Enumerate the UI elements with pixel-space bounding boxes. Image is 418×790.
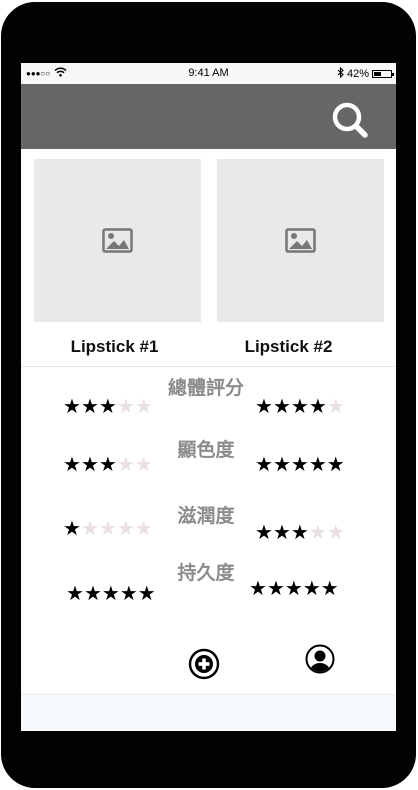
star-filled-icon[interactable]: ★ xyxy=(309,454,327,476)
search-icon xyxy=(332,102,368,138)
star-filled-icon[interactable]: ★ xyxy=(63,396,81,418)
search-button[interactable] xyxy=(329,100,373,140)
star-filled-icon[interactable]: ★ xyxy=(120,583,138,605)
star-filled-icon[interactable]: ★ xyxy=(291,522,309,544)
phone-frame: ●●●○○ 9:41 AM 42% Lipstick #1 Lipstick #… xyxy=(1,2,416,788)
star-rating-product-1-color[interactable]: ★★★★★ xyxy=(63,453,153,477)
battery-fill xyxy=(374,72,381,76)
image-placeholder-icon xyxy=(285,228,316,253)
star-filled-icon[interactable]: ★ xyxy=(255,396,273,418)
star-filled-icon[interactable]: ★ xyxy=(63,518,81,540)
star-filled-icon[interactable]: ★ xyxy=(291,454,309,476)
star-filled-icon[interactable]: ★ xyxy=(273,454,291,476)
bottom-bar xyxy=(21,694,396,731)
star-empty-icon[interactable]: ★ xyxy=(117,396,135,418)
star-filled-icon[interactable]: ★ xyxy=(81,454,99,476)
battery-icon xyxy=(372,70,394,78)
star-filled-icon[interactable]: ★ xyxy=(255,454,273,476)
product-2-image[interactable] xyxy=(217,159,384,322)
image-placeholder-icon xyxy=(102,228,133,253)
star-empty-icon[interactable]: ★ xyxy=(309,522,327,544)
star-empty-icon[interactable]: ★ xyxy=(117,518,135,540)
star-empty-icon[interactable]: ★ xyxy=(327,522,345,544)
user-circle-icon xyxy=(305,644,335,674)
divider xyxy=(21,366,396,367)
star-rating-product-1-overall[interactable]: ★★★★★ xyxy=(63,395,153,419)
star-filled-icon[interactable]: ★ xyxy=(309,396,327,418)
add-button[interactable] xyxy=(188,648,220,685)
star-empty-icon[interactable]: ★ xyxy=(135,396,153,418)
app-screen: ●●●○○ 9:41 AM 42% Lipstick #1 Lipstick #… xyxy=(21,63,396,731)
bluetooth-icon xyxy=(337,66,344,81)
star-empty-icon[interactable]: ★ xyxy=(117,454,135,476)
star-filled-icon[interactable]: ★ xyxy=(99,396,117,418)
product-2-name: Lipstick #2 xyxy=(244,337,333,356)
star-empty-icon[interactable]: ★ xyxy=(81,518,99,540)
star-rating-product-2-longevity[interactable]: ★★★★★ xyxy=(249,577,339,601)
star-filled-icon[interactable]: ★ xyxy=(321,578,339,600)
star-rating-product-2-overall[interactable]: ★★★★★ xyxy=(255,395,345,419)
battery-percent: 42% xyxy=(346,68,369,80)
star-filled-icon[interactable]: ★ xyxy=(138,583,156,605)
star-filled-icon[interactable]: ★ xyxy=(66,583,84,605)
star-empty-icon[interactable]: ★ xyxy=(135,518,153,540)
star-filled-icon[interactable]: ★ xyxy=(249,578,267,600)
status-bar: ●●●○○ 9:41 AM 42% xyxy=(21,63,396,84)
star-empty-icon[interactable]: ★ xyxy=(135,454,153,476)
star-filled-icon[interactable]: ★ xyxy=(327,454,345,476)
star-filled-icon[interactable]: ★ xyxy=(81,396,99,418)
star-filled-icon[interactable]: ★ xyxy=(291,396,309,418)
star-rating-product-2-moisture[interactable]: ★★★★★ xyxy=(255,521,345,545)
plus-circle-icon xyxy=(188,648,220,680)
star-rating-product-2-color[interactable]: ★★★★★ xyxy=(255,453,345,477)
star-filled-icon[interactable]: ★ xyxy=(303,578,321,600)
star-filled-icon[interactable]: ★ xyxy=(99,454,117,476)
star-empty-icon[interactable]: ★ xyxy=(327,396,345,418)
star-filled-icon[interactable]: ★ xyxy=(273,396,291,418)
star-rating-product-1-moisture[interactable]: ★★★★★ xyxy=(63,517,153,541)
product-1-image[interactable] xyxy=(34,159,201,322)
star-filled-icon[interactable]: ★ xyxy=(273,522,291,544)
star-filled-icon[interactable]: ★ xyxy=(63,454,81,476)
star-filled-icon[interactable]: ★ xyxy=(84,583,102,605)
star-filled-icon[interactable]: ★ xyxy=(285,578,303,600)
star-filled-icon[interactable]: ★ xyxy=(102,583,120,605)
star-rating-product-1-longevity[interactable]: ★★★★★ xyxy=(66,582,156,606)
status-right: 42% xyxy=(337,66,394,81)
star-filled-icon[interactable]: ★ xyxy=(267,578,285,600)
product-1-name: Lipstick #1 xyxy=(70,337,159,356)
profile-button[interactable] xyxy=(305,644,335,679)
star-filled-icon[interactable]: ★ xyxy=(255,522,273,544)
star-empty-icon[interactable]: ★ xyxy=(99,518,117,540)
top-nav-bar xyxy=(21,84,396,149)
